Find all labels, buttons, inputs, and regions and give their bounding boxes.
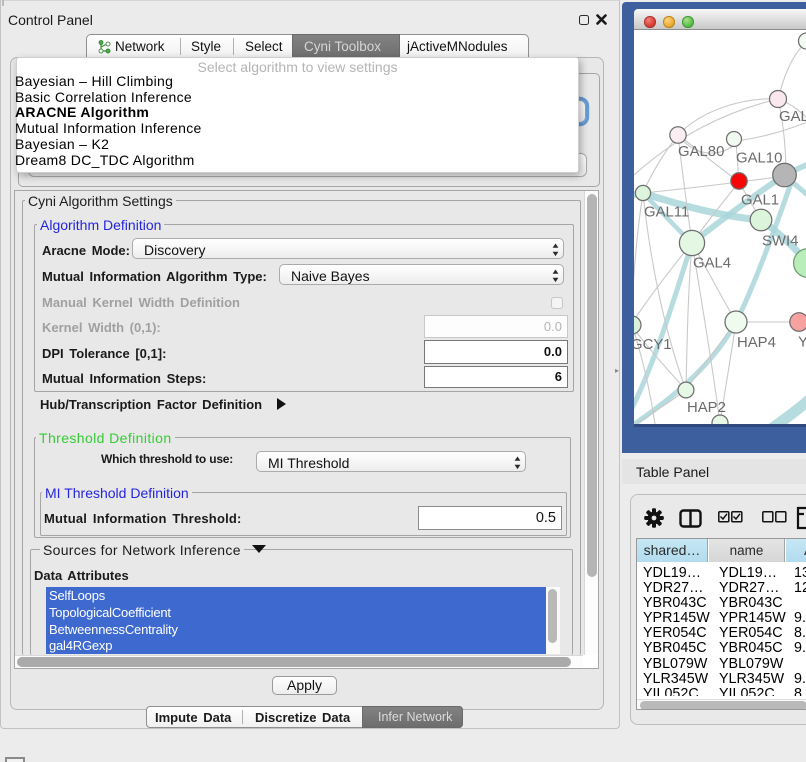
svg-text:GAL: GAL [779, 109, 806, 125]
svg-text:SWI4: SWI4 [762, 234, 798, 250]
svg-text:HAP2: HAP2 [687, 400, 726, 416]
svg-text:GAL11: GAL11 [644, 205, 689, 221]
svg-text:GAL10: GAL10 [736, 151, 782, 167]
svg-text:GCY1: GCY1 [634, 337, 672, 353]
svg-text:GAL4: GAL4 [693, 256, 731, 272]
svg-text:HAP4: HAP4 [737, 335, 776, 351]
svg-text:GAL1: GAL1 [741, 193, 779, 209]
svg-text:GAL80: GAL80 [678, 144, 724, 160]
svg-text:Y: Y [798, 335, 806, 351]
